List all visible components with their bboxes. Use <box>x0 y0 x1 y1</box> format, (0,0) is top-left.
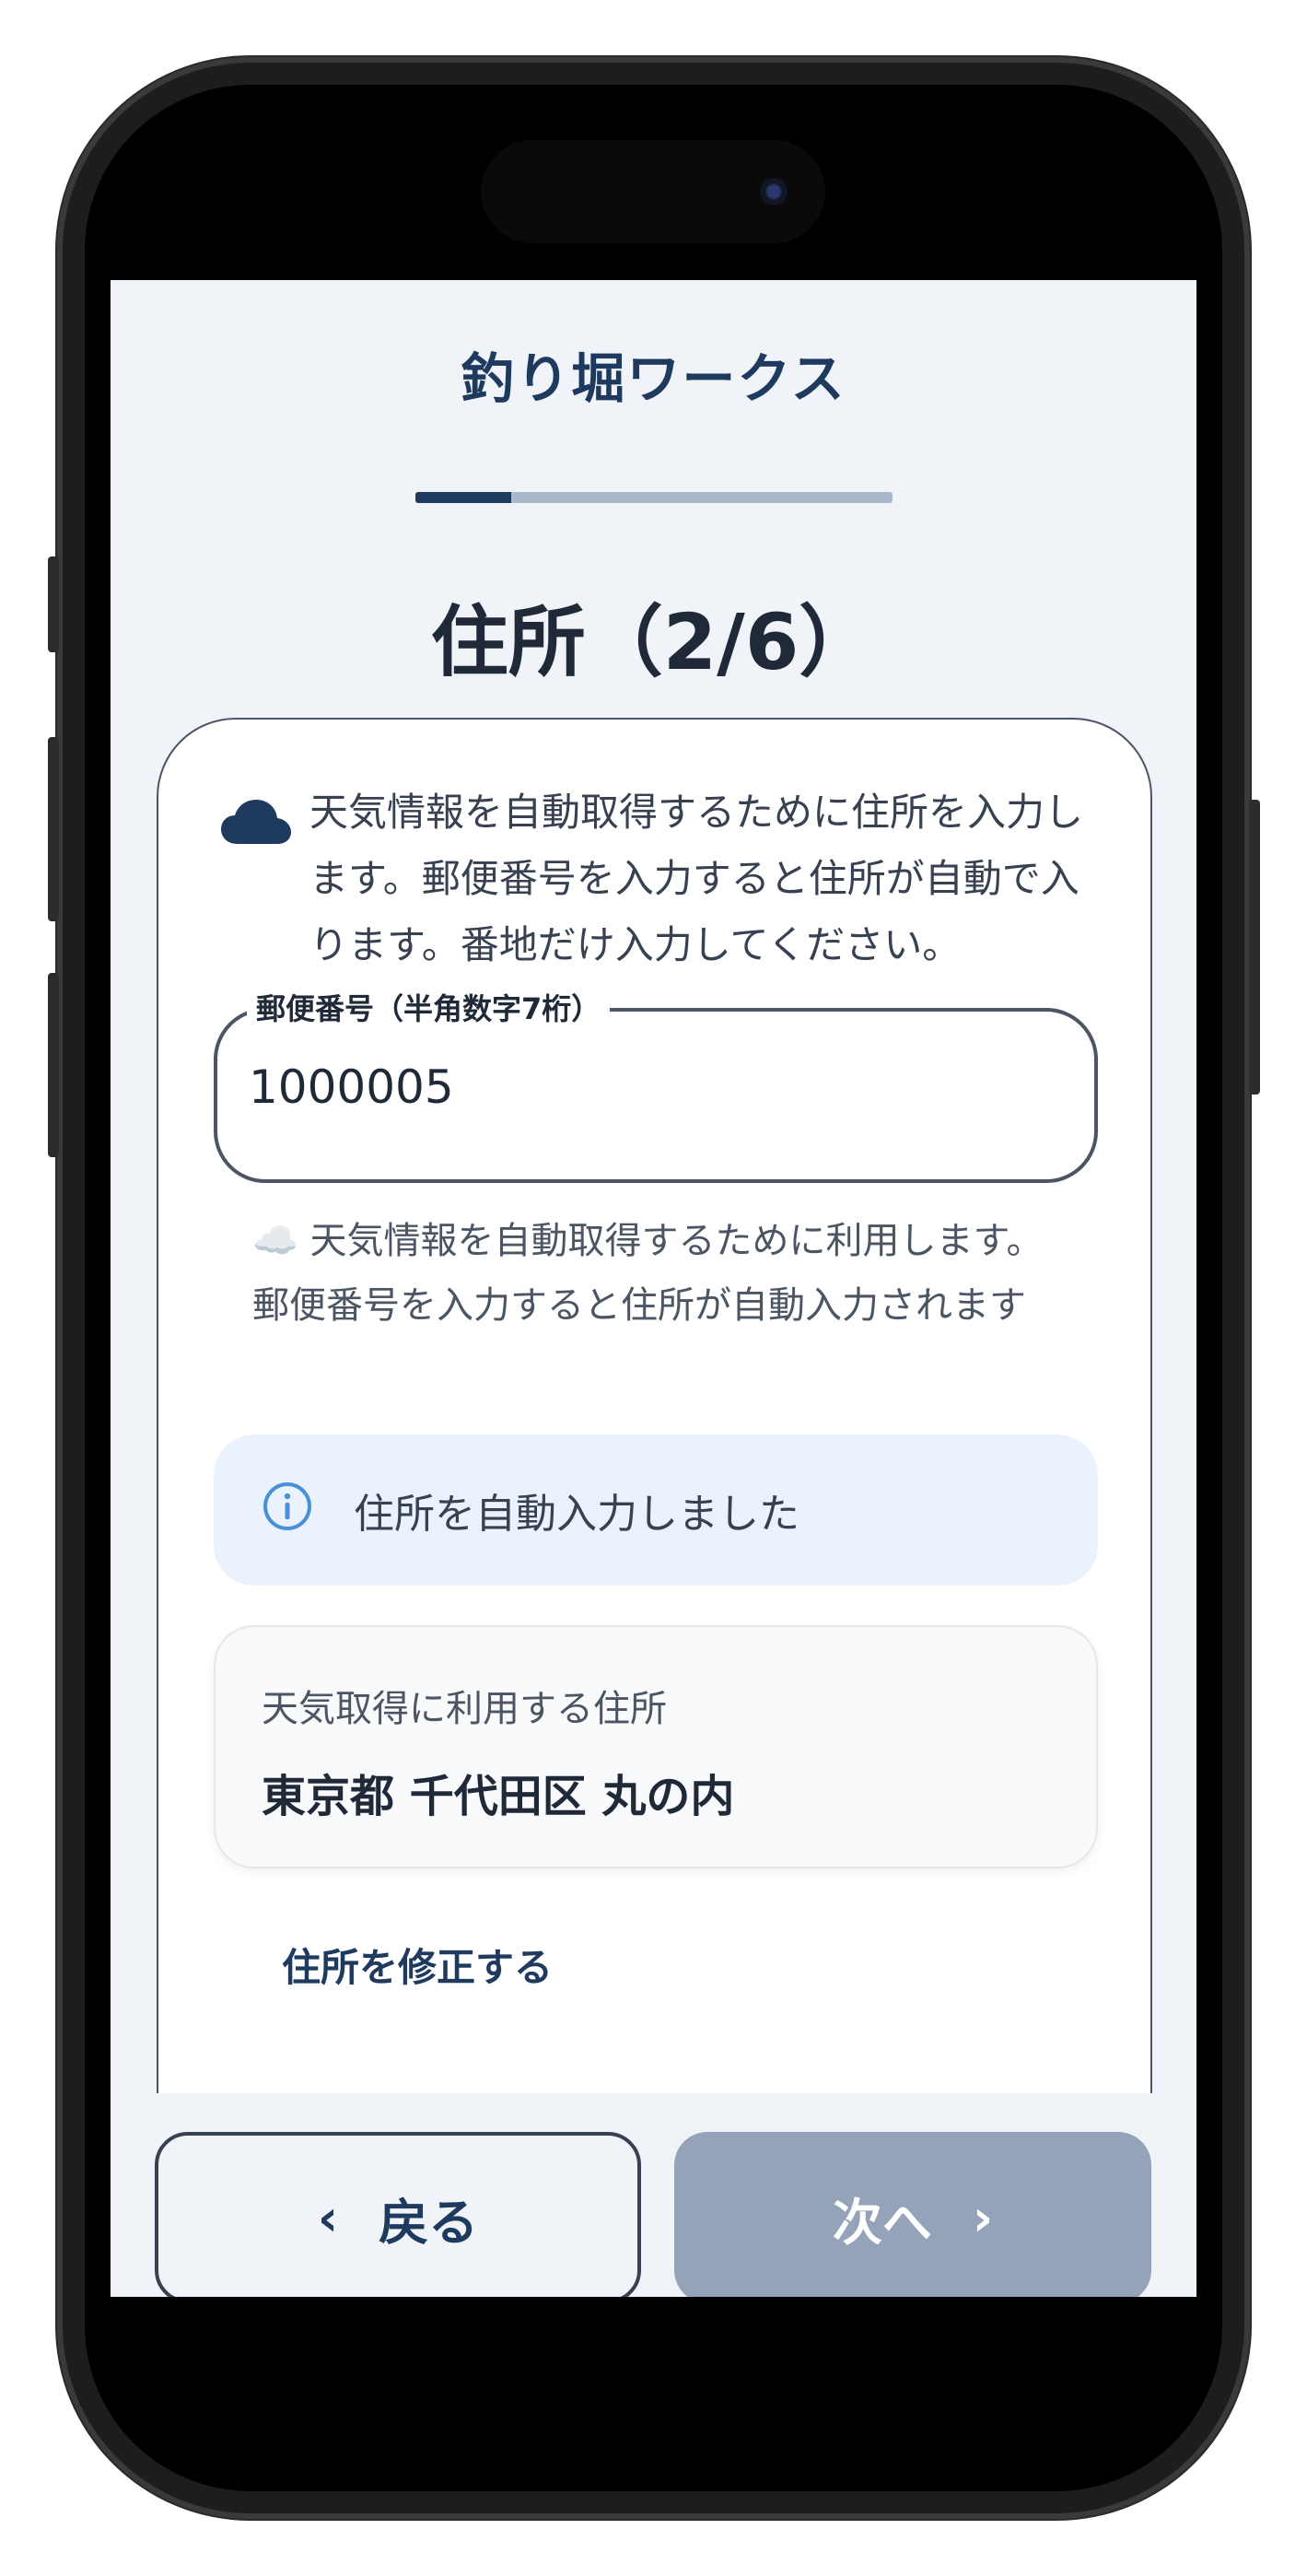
bottom-nav: ‹ 戻る 次へ › <box>111 2093 1196 2297</box>
info-icon <box>263 1482 311 1530</box>
app-title: 釣り堀ワークス <box>461 347 846 410</box>
back-button-label: 戻る <box>379 2193 479 2252</box>
address-summary-value: 東京都 千代田区 丸の内 <box>262 1771 735 1822</box>
volume-up-button <box>48 737 59 921</box>
address-summary-label: 天気取得に利用する住所 <box>262 1688 667 1730</box>
next-button-label: 次へ <box>832 2193 932 2252</box>
helper-text: 天気情報を自動取得するために利用します。郵便番号を入力すると住所が自動入力されま… <box>252 1220 1044 1327</box>
action-button <box>48 556 59 652</box>
progress-fill <box>415 492 511 503</box>
app-screen: 釣り堀ワークス 住所（2/6） 天気情報を自動取得するために住所を入力します。郵… <box>111 280 1196 2297</box>
next-button[interactable]: 次へ › <box>674 2132 1151 2297</box>
device-stage: 釣り堀ワークス 住所（2/6） 天気情報を自動取得するために住所を入力します。郵… <box>0 0 1307 2576</box>
chevron-left-icon: ‹ <box>317 2188 339 2247</box>
postal-code-label: 郵便番号（半角数字7桁） <box>247 986 611 1028</box>
progress-bar <box>415 492 893 503</box>
postal-code-helper: ☁️ 天気情報を自動取得するために利用します。郵便番号を入力すると住所が自動入力… <box>252 1209 1044 1338</box>
intro-text: 天気情報を自動取得するために住所を入力します。郵便番号を入力すると住所が自動で入… <box>309 790 1084 967</box>
page-title: 住所（2/6） <box>430 597 877 687</box>
cloud-icon <box>221 800 291 844</box>
address-summary: 天気取得に利用する住所 東京都 千代田区 丸の内 <box>214 1625 1098 1868</box>
chevron-right-icon: › <box>972 2188 994 2247</box>
alert-text: 住所を自動入力しました <box>354 1491 799 1538</box>
postal-code-input[interactable] <box>249 1050 1059 1124</box>
volume-down-button <box>48 973 59 1157</box>
edit-address-link[interactable]: 住所を修正する <box>282 1937 553 1993</box>
autofill-alert: 住所を自動入力しました <box>214 1434 1098 1586</box>
camera-icon <box>760 178 788 205</box>
power-button <box>1249 800 1260 1095</box>
helper-cloud-icon: ☁️ <box>252 1220 298 1262</box>
back-button[interactable]: ‹ 戻る <box>155 2132 641 2297</box>
